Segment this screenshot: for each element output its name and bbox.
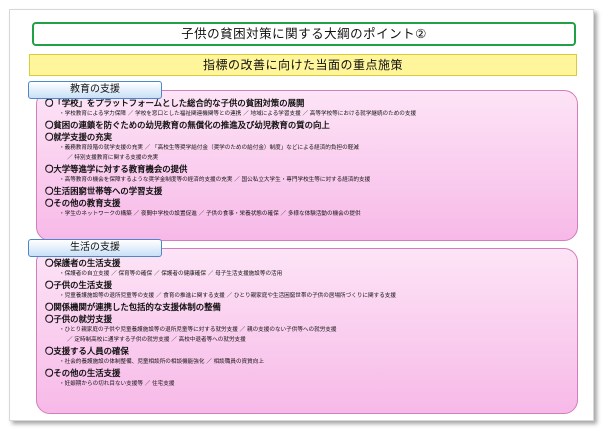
policy-detail: ／ 定時制高校に通学する子供の就労支援 ／ 高校中退者等への就労支援 xyxy=(67,337,246,343)
life-support-label: 生活の支援 xyxy=(28,239,162,257)
education-support-items: 〇「学校」をプラットフォームとした総合的な子供の貧困対策の展開 ・学校教育による学… xyxy=(45,97,573,219)
policy-heading: 〇子供の生活支援 xyxy=(45,280,112,290)
policy-heading: 〇生活困窮世帯等への学習支援 xyxy=(45,186,163,196)
policy-heading: 〇子供の就労支援 xyxy=(45,314,112,324)
policy-heading: 〇支援する人員の確保 xyxy=(45,346,129,356)
policy-detail: ・学生のネットワークの構築 ／ 夜間中学校の設置促進 ／ 子供の食事・栄養状態の… xyxy=(59,211,361,217)
policy-detail: ／ 特別支援教育に関する支援の充実 xyxy=(67,155,159,161)
policy-detail: ・義務教育段階の就学支援の充実 ／ 「高校生等奨学給付金（奨学のための給付金）制… xyxy=(59,145,359,151)
policy-detail: ・児童養護施設等の退所児童等の支援 ／ 食育の推進に関する支援 ／ ひとり親家庭… xyxy=(59,293,396,299)
policy-heading: 〇大学等進学に対する教育機会の提供 xyxy=(45,164,188,174)
life-support-section: 〇保護者の生活支援・保護者の自立支援 ／ 保育等の確保 ／ 保護者の健康確保 ／… xyxy=(36,248,578,414)
slide-subtitle: 指標の改善に向けた当面の重点施策 xyxy=(29,54,577,76)
education-support-label: 教育の支援 xyxy=(28,81,162,99)
policy-heading: 〇その他の教育支援 xyxy=(45,198,121,208)
education-support-section: 〇「学校」をプラットフォームとした総合的な子供の貧困対策の展開 ・学校教育による学… xyxy=(36,90,578,241)
slide: 子供の貧困対策に関する大綱のポイント② 指標の改善に向けた当面の重点施策 〇「学… xyxy=(9,9,594,421)
policy-detail: ・保護者の自立支援 ／ 保育等の確保 ／ 保護者の健康確保 ／ 母子生活支援施設… xyxy=(59,271,283,277)
policy-detail: ・ひとり親家庭の子供や児童養護施設等の退所児童等に対する就労支援 ／ 親の支援の… xyxy=(59,327,337,333)
slide-title: 子供の貧困対策に関する大綱のポイント② xyxy=(32,22,576,46)
life-support-items: 〇保護者の生活支援・保護者の自立支援 ／ 保育等の確保 ／ 保護者の健康確保 ／… xyxy=(45,257,573,389)
policy-heading: 〇就学支援の充実 xyxy=(45,132,112,142)
policy-heading: 〇関係機関が連携した包括的な支援体制の整備 xyxy=(45,302,221,312)
policy-heading: 〇その他の生活支援 xyxy=(45,368,121,378)
policy-heading: 〇貧困の連鎖を防ぐための幼児教育の無償化の推進及び幼児教育の質の向上 xyxy=(45,120,330,130)
policy-detail: ・高等教育の機会を保障するような奨学金制度等の経済的支援の充実 ／ 国公私立大学… xyxy=(59,177,371,183)
policy-detail: ・妊娠期からの切れ目ない支援等 ／ 住宅支援 xyxy=(59,381,175,387)
policy-detail: ・社会的養護施設の体制整備、児童相談所の相談機能強化 ／ 相談職員の資質向上 xyxy=(59,359,264,365)
policy-heading: 〇保護者の生活支援 xyxy=(45,258,121,268)
policy-detail: ・学校教育による学力保障 ／ 学校を窓口とした福祉関連機関等との連携 ／ 地域に… xyxy=(59,111,417,117)
